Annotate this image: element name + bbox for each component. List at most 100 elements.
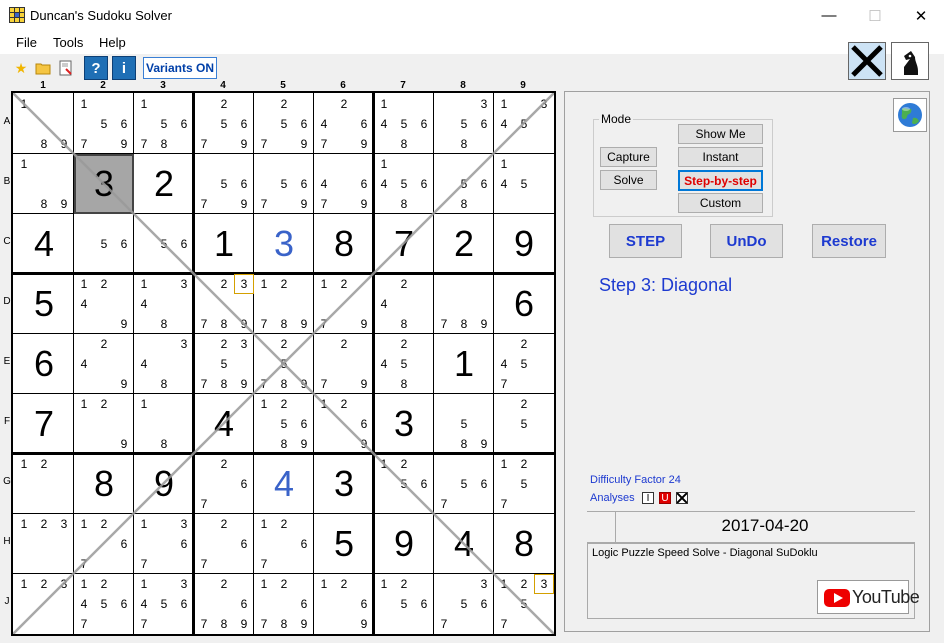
help-button[interactable]: ? [84, 56, 108, 80]
close-puzzle-x-icon[interactable] [848, 42, 886, 80]
grid-cell[interactable]: 1 89 [14, 154, 74, 214]
grid-cell[interactable]: 5 89 [434, 394, 494, 454]
menu-tools[interactable]: Tools [53, 35, 83, 50]
grid-cell[interactable]: 1 3 45 [494, 94, 554, 154]
grid-cell[interactable]: 3 [254, 214, 314, 274]
grid-cell[interactable]: 235789 [194, 334, 254, 394]
grid-cell[interactable]: 356 7 [434, 574, 494, 634]
grid-cell[interactable]: 12 56 [374, 454, 434, 514]
step-button[interactable]: STEP [609, 224, 682, 258]
grid-cell[interactable]: 2 56 7 9 [254, 94, 314, 154]
grid-cell[interactable]: 6 [14, 334, 74, 394]
grid-cell[interactable]: 12456 7 [74, 574, 134, 634]
custom-button[interactable]: Custom [678, 193, 763, 213]
grid-cell[interactable]: 3 [374, 394, 434, 454]
globe-icon[interactable] [893, 98, 927, 132]
grid-cell[interactable]: 123 [14, 574, 74, 634]
grid-cell[interactable]: 789 [434, 274, 494, 334]
grid-cell[interactable]: 8 [494, 514, 554, 574]
grid-cell[interactable]: 2 [434, 214, 494, 274]
grid-cell[interactable]: 7 [14, 394, 74, 454]
grid-cell[interactable]: 6 [494, 274, 554, 334]
grid-cell[interactable]: 12 5689 [254, 394, 314, 454]
menu-file[interactable]: File [16, 35, 37, 50]
grid-cell[interactable]: 4 [434, 514, 494, 574]
grid-cell[interactable]: 8 [314, 214, 374, 274]
grid-cell[interactable]: 56 7 [434, 454, 494, 514]
step-by-step-button[interactable]: Step-by-step [678, 170, 763, 191]
grid-cell[interactable]: 4 [194, 394, 254, 454]
show-me-button[interactable]: Show Me [678, 124, 763, 144]
grid-cell[interactable]: 1 [434, 334, 494, 394]
grid-cell[interactable]: 245 8 [374, 334, 434, 394]
menu-help[interactable]: Help [99, 35, 126, 50]
grid-cell[interactable]: 2 7 9 [314, 334, 374, 394]
minimize-button[interactable]: — [806, 0, 852, 31]
grid-cell[interactable]: 2457 [494, 334, 554, 394]
grid-cell[interactable]: 12357 [494, 574, 554, 634]
grid-cell[interactable]: 56 7 9 [254, 154, 314, 214]
grid-cell[interactable]: 26 789 [194, 574, 254, 634]
capture-button[interactable]: Capture [600, 147, 657, 167]
grid-cell[interactable]: 12 57 [494, 454, 554, 514]
grid-cell[interactable]: 126 7 [74, 514, 134, 574]
grid-cell[interactable]: 248 [374, 274, 434, 334]
grid-cell[interactable]: 12 56 [374, 574, 434, 634]
info-button[interactable]: i [112, 56, 136, 80]
grid-cell[interactable]: 3 48 [134, 334, 194, 394]
grid-cell[interactable]: 24 9 [74, 334, 134, 394]
grid-cell[interactable]: 4 [254, 454, 314, 514]
grid-cell[interactable]: 26 7 [194, 514, 254, 574]
analysis-x-icon[interactable] [676, 492, 688, 504]
open-folder-icon[interactable] [34, 59, 52, 77]
grid-cell[interactable]: 12 9 [74, 394, 134, 454]
grid-cell[interactable]: 12 [14, 454, 74, 514]
grid-cell[interactable]: 23 789 [194, 274, 254, 334]
grid-cell[interactable]: 3 [314, 454, 374, 514]
grid-cell[interactable]: 1 [194, 214, 254, 274]
youtube-button[interactable]: YouTube [817, 580, 920, 614]
grid-cell[interactable]: 124 9 [74, 274, 134, 334]
grid-cell[interactable]: 5 [14, 274, 74, 334]
restore-button[interactable]: Restore [812, 224, 886, 258]
grid-cell[interactable]: 126 9 [314, 394, 374, 454]
grid-cell[interactable]: 9 [134, 454, 194, 514]
grid-cell[interactable]: 1 45 [494, 154, 554, 214]
grid-cell[interactable]: 56 [74, 214, 134, 274]
grid-cell[interactable]: 1 4568 [374, 94, 434, 154]
solve-button[interactable]: Solve [600, 170, 657, 190]
grid-cell[interactable]: 123 [14, 514, 74, 574]
grid-cell[interactable]: 5 [314, 514, 374, 574]
sudoku-grid[interactable]: 1891567915678256792567924679145683568134… [11, 91, 556, 636]
grid-cell[interactable]: 1 3 48 [134, 274, 194, 334]
instant-button[interactable]: Instant [678, 147, 763, 167]
chess-knight-icon[interactable] [891, 42, 929, 80]
grid-cell[interactable]: 2 56 7 9 [194, 94, 254, 154]
variants-toggle-button[interactable]: Variants ON [143, 57, 217, 79]
grid-cell[interactable]: 156 7 9 [74, 94, 134, 154]
grid-cell[interactable]: 12 7 9 [314, 274, 374, 334]
grid-cell[interactable]: 1 4568 [374, 154, 434, 214]
undo-button[interactable]: UnDo [710, 224, 783, 258]
grid-cell[interactable]: 26 7 [194, 454, 254, 514]
grid-cell[interactable]: 1 3 456 7 [134, 574, 194, 634]
grid-cell[interactable]: 4 [14, 214, 74, 274]
grid-cell[interactable]: 9 [494, 214, 554, 274]
grid-cell[interactable]: 1 3 6 7 [134, 514, 194, 574]
grid-cell[interactable]: 9 [374, 514, 434, 574]
grid-cell[interactable]: 2 5789 [254, 334, 314, 394]
grid-cell[interactable]: 4 6 7 9 [314, 154, 374, 214]
grid-cell[interactable]: 126 9 [314, 574, 374, 634]
favorite-star-icon[interactable]: ★ [12, 59, 30, 77]
grid-cell[interactable]: 1 89 [14, 94, 74, 154]
grid-cell[interactable]: 126 789 [254, 574, 314, 634]
grid-cell[interactable]: 126 7 [254, 514, 314, 574]
maximize-button[interactable]: ☐ [852, 0, 898, 31]
analysis-u-button[interactable]: U [659, 492, 671, 504]
grid-cell[interactable]: 56 [134, 214, 194, 274]
grid-cell[interactable]: 56 7 9 [194, 154, 254, 214]
grid-cell[interactable]: 24 6 7 9 [314, 94, 374, 154]
grid-cell[interactable]: 568 [434, 154, 494, 214]
grid-cell[interactable]: 2 [134, 154, 194, 214]
grid-cell[interactable]: 12 789 [254, 274, 314, 334]
